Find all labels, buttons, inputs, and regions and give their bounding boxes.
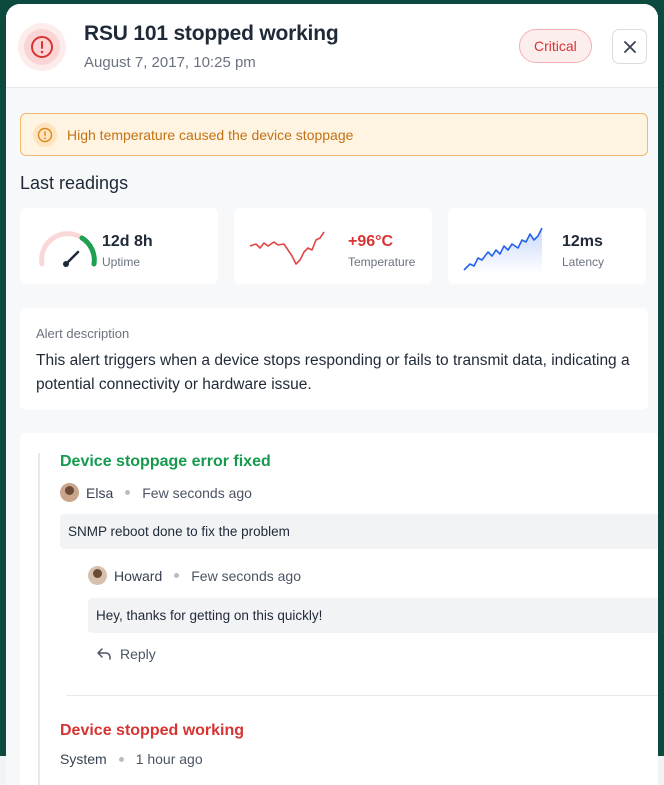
event-meta: System 1 hour ago: [60, 751, 203, 767]
alert-circle-icon: [18, 23, 66, 71]
timeline-line: [38, 453, 40, 785]
close-button[interactable]: [612, 29, 647, 64]
latency-value: 12ms: [562, 233, 603, 250]
reading-card-latency: 12ms Latency: [448, 208, 646, 284]
event-title: Device stoppage error fixed: [60, 453, 271, 470]
temperature-sparkline-icon: [249, 231, 325, 265]
reply-label: Reply: [120, 646, 156, 662]
alert-timestamp: August 7, 2017, 10:25 pm: [84, 54, 256, 71]
event-time: 1 hour ago: [135, 751, 203, 767]
close-icon: [623, 40, 636, 53]
comment-bubble: SNMP reboot done to fix the problem: [60, 514, 658, 549]
reply-arrow-icon: [97, 648, 111, 660]
event-meta: Elsa Few seconds ago: [60, 483, 252, 502]
latency-label: Latency: [562, 255, 605, 269]
separator-dot: [125, 490, 131, 495]
author-name: System: [60, 751, 107, 767]
banner-text: High temperature caused the device stopp…: [67, 126, 354, 143]
panel-header: RSU 101 stopped working August 7, 2017, …: [6, 4, 658, 88]
separator-dot: [174, 573, 180, 578]
uptime-value: 12d 8h: [102, 233, 153, 250]
description-text: This alert triggers when a device stops …: [36, 352, 630, 393]
activity-timeline: Device stoppage error fixed Elsa Few sec…: [20, 433, 658, 785]
alert-detail-panel: RSU 101 stopped working August 7, 2017, …: [6, 4, 658, 785]
temperature-value: +96°C: [348, 233, 394, 250]
reply-bubble: Hey, thanks for getting on this quickly!: [88, 598, 658, 633]
alert-description: Alert description This alert triggers wh…: [20, 308, 648, 410]
event-time: Few seconds ago: [142, 484, 252, 501]
page-title: RSU 101 stopped working: [84, 22, 339, 45]
gauge-icon: [39, 231, 97, 267]
timeline-divider: [66, 695, 658, 696]
reading-card-temperature: +96°C Temperature: [234, 208, 432, 284]
severity-badge: Critical: [519, 29, 592, 63]
readings-title: Last readings: [20, 173, 129, 193]
latency-sparkline-icon: [463, 227, 543, 274]
warning-circle-icon: [33, 122, 57, 147]
separator-dot: [118, 756, 124, 762]
author-name: Elsa: [86, 484, 114, 501]
reply-button[interactable]: Reply: [96, 646, 156, 662]
cause-banner: High temperature caused the device stopp…: [20, 113, 648, 156]
reply-meta: Howard Few seconds ago: [88, 566, 301, 585]
description-label: Alert description: [36, 326, 130, 341]
event-title: Device stopped working: [60, 722, 245, 739]
avatar: [60, 483, 79, 502]
reading-card-uptime: 12d 8h Uptime: [20, 208, 218, 284]
uptime-label: Uptime: [102, 255, 141, 269]
author-name: Howard: [114, 567, 163, 584]
event-time: Few seconds ago: [191, 567, 301, 584]
avatar: [88, 566, 107, 585]
temperature-label: Temperature: [348, 255, 416, 269]
